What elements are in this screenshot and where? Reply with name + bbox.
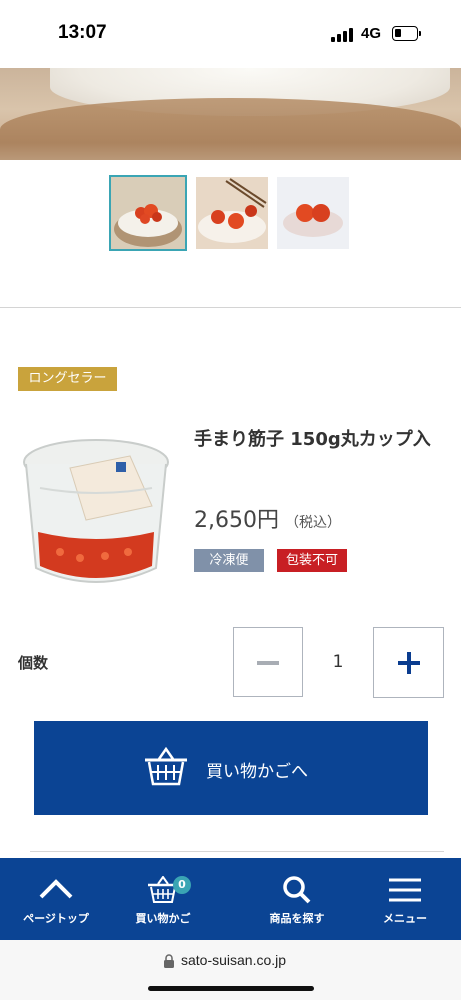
basket-icon — [145, 747, 187, 786]
product-hero-image[interactable] — [0, 68, 461, 160]
section-divider — [30, 851, 444, 852]
nav-search-label: 商品を探す — [269, 912, 325, 925]
quantity-increase-button[interactable] — [373, 627, 444, 698]
bottom-navigation: ページトップ 0 買い物かご 商品を探す メニュー — [0, 858, 461, 940]
price-value: 2,650円 — [194, 508, 279, 533]
search-icon — [283, 876, 311, 904]
lock-icon — [164, 954, 174, 968]
url-text: sato-suisan.co.jp — [181, 952, 287, 968]
battery-icon — [392, 26, 421, 41]
quantity-value[interactable]: 1 — [320, 652, 356, 672]
nav-cart[interactable]: 0 買い物かご — [113, 858, 213, 940]
nav-cart-label: 買い物かご — [135, 912, 191, 925]
quantity-label: 個数 — [18, 654, 49, 672]
quantity-decrease-button[interactable] — [233, 627, 303, 697]
status-time: 13:07 — [58, 22, 107, 43]
cart-count-badge: 0 — [173, 876, 191, 894]
nav-page-top[interactable]: ページトップ — [6, 858, 106, 940]
browser-url-bar[interactable]: sato-suisan.co.jp — [0, 940, 461, 1000]
no-wrapping-tag: 包装不可 — [277, 549, 347, 572]
thumbnail-1[interactable] — [109, 175, 187, 251]
nav-page-top-label: ページトップ — [23, 912, 89, 925]
thumbnail-3[interactable] — [277, 177, 349, 249]
nav-menu[interactable]: メニュー — [355, 858, 455, 940]
chevron-up-icon — [39, 879, 73, 899]
add-to-cart-button[interactable]: 買い物かごへ — [34, 721, 428, 815]
add-to-cart-label: 買い物かごへ — [206, 762, 308, 782]
minus-icon — [257, 661, 279, 665]
tax-note: （税込） — [284, 515, 341, 531]
nav-search[interactable]: 商品を探す — [247, 858, 347, 940]
frozen-delivery-tag: 冷凍便 — [194, 549, 264, 572]
thumbnail-2[interactable] — [196, 177, 268, 249]
product-image — [20, 428, 172, 588]
nav-menu-label: メニュー — [383, 912, 427, 925]
product-name: 手まり筋子 150g丸カップ入 — [194, 429, 431, 450]
section-divider — [0, 307, 461, 308]
home-indicator[interactable] — [148, 986, 314, 991]
thumbnail-gallery — [109, 175, 349, 251]
product-price: 2,650円 （税込） — [194, 502, 341, 534]
network-type: 4G — [361, 25, 382, 42]
hamburger-menu-icon — [389, 878, 421, 902]
cellular-signal-icon — [331, 28, 355, 42]
status-bar: 13:07 4G — [0, 0, 461, 68]
longseller-badge: ロングセラー — [18, 367, 117, 391]
